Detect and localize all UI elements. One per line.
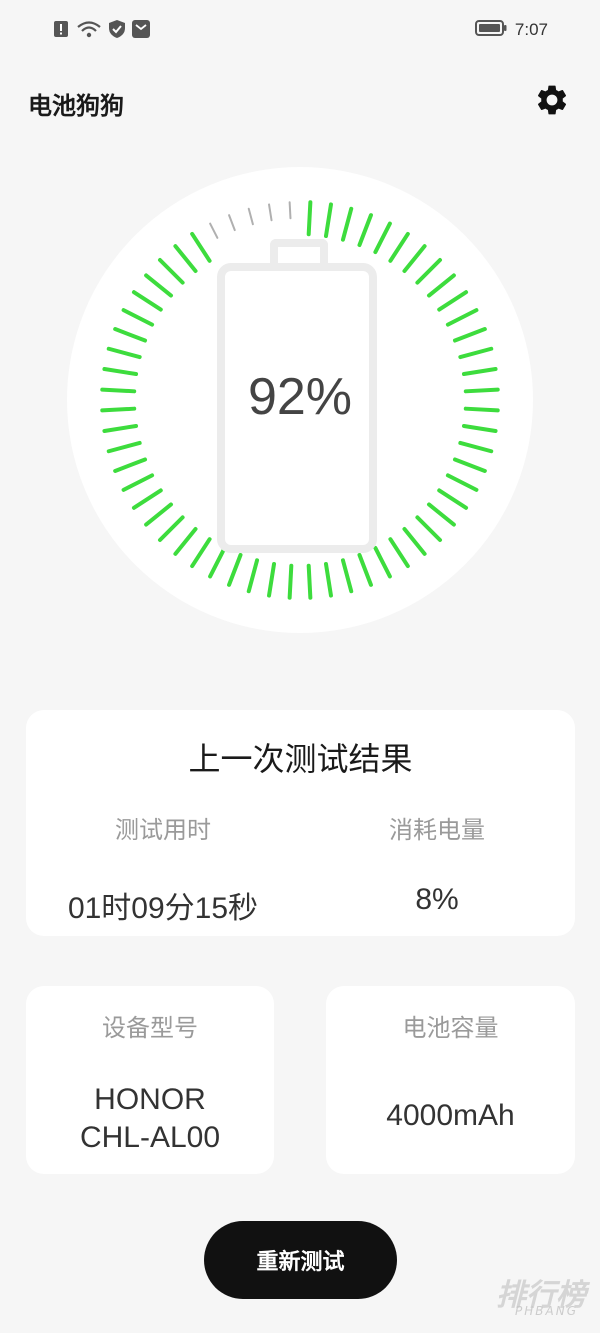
consumed-label: 消耗电量 bbox=[389, 816, 485, 844]
status-icons-right: 7:07 bbox=[474, 20, 548, 40]
gauge-tick bbox=[388, 231, 410, 263]
gauge-tick bbox=[190, 231, 212, 263]
gauge-tick bbox=[427, 502, 456, 527]
wifi-icon bbox=[76, 20, 102, 38]
duration-label: 测试用时 bbox=[115, 816, 211, 844]
gauge-tick bbox=[173, 244, 198, 273]
gauge-tick bbox=[373, 221, 392, 255]
gauge-tick bbox=[323, 561, 333, 598]
gauge-tick bbox=[452, 457, 487, 473]
last-result-card: 上一次测试结果 测试用时 01时09分15秒 消耗电量 8% bbox=[26, 710, 575, 936]
status-time: 7:07 bbox=[514, 20, 548, 39]
gauge-tick bbox=[402, 244, 427, 273]
gauge-tick bbox=[131, 290, 163, 312]
gauge-tick bbox=[157, 257, 185, 285]
notification-icon bbox=[132, 20, 150, 38]
retest-button[interactable]: 重新测试 bbox=[204, 1221, 397, 1299]
gauge-tick bbox=[306, 563, 313, 600]
gauge-tick bbox=[340, 206, 354, 242]
gauge-tick bbox=[228, 214, 236, 232]
battery-icon bbox=[474, 20, 507, 40]
gauge-tick bbox=[306, 200, 313, 237]
gauge-tick bbox=[144, 502, 173, 527]
alert-icon bbox=[52, 20, 70, 38]
gauge-tick bbox=[121, 473, 155, 492]
gauge-tick bbox=[340, 558, 354, 594]
duration-block: 测试用时 01时09分15秒 bbox=[26, 810, 300, 927]
app-title: 电池狗狗 bbox=[28, 92, 124, 120]
settings-button[interactable] bbox=[534, 82, 570, 118]
model-value: HONOR CHL-AL00 bbox=[26, 1081, 274, 1157]
gauge-tick bbox=[268, 203, 273, 222]
model-block: 设备型号 HONOR CHL-AL00 bbox=[26, 1008, 274, 1157]
model-line-2: CHL-AL00 bbox=[79, 1121, 221, 1154]
gear-icon bbox=[538, 85, 567, 115]
gauge-tick bbox=[113, 327, 148, 343]
gauge-tick bbox=[437, 290, 469, 312]
model-label: 设备型号 bbox=[102, 1014, 198, 1042]
consumed-block: 消耗电量 8% bbox=[300, 810, 574, 917]
gauge-tick bbox=[247, 207, 254, 226]
battery-percent: 92% bbox=[247, 368, 353, 426]
last-result-title: 上一次测试结果 bbox=[188, 740, 413, 778]
gauge-tick bbox=[427, 273, 456, 298]
gauge-tick bbox=[445, 473, 479, 492]
device-model-card: 设备型号 HONOR CHL-AL00 bbox=[26, 986, 274, 1174]
gauge-tick bbox=[288, 201, 292, 220]
watermark-sub: PHBANG bbox=[515, 1304, 578, 1318]
gauge-tick bbox=[267, 561, 277, 598]
capacity-label: 电池容量 bbox=[402, 1014, 499, 1042]
gauge-tick bbox=[246, 558, 260, 594]
gauge-tick bbox=[452, 327, 487, 343]
gauge-tick bbox=[437, 488, 469, 510]
gauge-tick bbox=[357, 552, 373, 587]
gauge-tick bbox=[445, 308, 479, 327]
gauge-tick bbox=[415, 515, 443, 543]
gauge-tick bbox=[458, 346, 494, 360]
gauge-tick bbox=[131, 488, 163, 510]
gauge-tick bbox=[113, 457, 148, 473]
gauge-tick bbox=[173, 527, 198, 556]
gauge-tick bbox=[209, 222, 219, 239]
shield-icon bbox=[108, 20, 126, 38]
gauge-tick bbox=[373, 545, 392, 579]
capacity-block: 电池容量 4000mAh bbox=[326, 1008, 575, 1133]
gauge-tick bbox=[106, 346, 142, 360]
status-icons-left bbox=[52, 20, 150, 38]
battery-gauge: 92% bbox=[67, 167, 533, 633]
gauge-tick bbox=[357, 213, 373, 248]
gauge-tick bbox=[388, 537, 410, 569]
gauge-tick bbox=[227, 552, 243, 587]
gauge-tick bbox=[458, 440, 494, 454]
gauge-tick bbox=[208, 545, 227, 579]
gauge-tick bbox=[106, 440, 142, 454]
capacity-value: 4000mAh bbox=[386, 1099, 515, 1132]
gauge-tick bbox=[157, 515, 185, 543]
gauge-tick bbox=[402, 527, 427, 556]
status-bar: 7:07 bbox=[0, 0, 600, 62]
duration-value: 01时09分15秒 bbox=[67, 892, 259, 925]
battery-capacity-card: 电池容量 4000mAh bbox=[326, 986, 575, 1174]
gauge-tick bbox=[287, 563, 294, 600]
gauge-tick bbox=[121, 308, 155, 327]
gauge-tick bbox=[323, 202, 333, 239]
model-line-1: HONOR bbox=[94, 1083, 206, 1116]
gauge-tick bbox=[415, 257, 443, 285]
consumed-value: 8% bbox=[415, 883, 459, 916]
gauge-tick bbox=[190, 537, 212, 569]
gauge-tick bbox=[144, 273, 173, 298]
